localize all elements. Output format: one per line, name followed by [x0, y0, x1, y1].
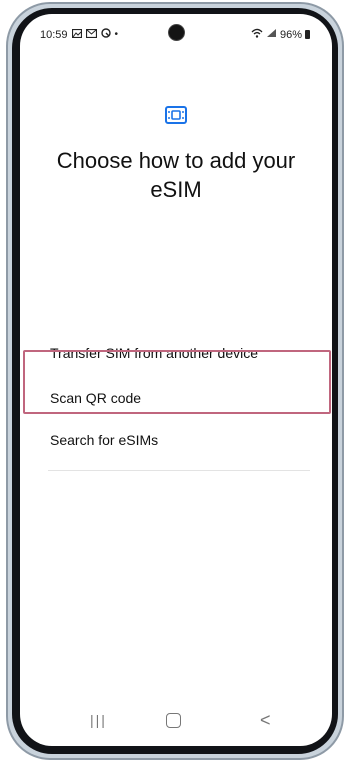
back-icon[interactable]: < [260, 710, 271, 731]
option-search-esims[interactable]: Search for eSIMs [42, 414, 322, 466]
highlight-box [23, 350, 331, 414]
signal-icon [266, 28, 277, 41]
mail-icon [85, 28, 97, 41]
recents-icon[interactable]: ||| [90, 712, 107, 728]
status-time: 10:59 [40, 28, 68, 41]
battery-percent: 96% [279, 28, 302, 41]
status-left: 10:59 • [40, 28, 118, 41]
navigation-bar: ||| < [20, 700, 332, 746]
sim-card-icon [165, 106, 187, 124]
status-bar: 10:59 • 96% [20, 14, 332, 48]
dot-icon: • [114, 29, 119, 40]
battery-icon [305, 30, 310, 39]
wifi-icon [251, 28, 263, 41]
home-icon[interactable] [166, 713, 181, 728]
gallery-icon [71, 28, 82, 41]
status-right: 96% [251, 28, 310, 41]
option-search-esims-label: Search for eSIMs [50, 432, 159, 448]
page-title: Choose how to add your eSIM [56, 148, 296, 202]
front-camera [168, 24, 185, 41]
list-divider [48, 470, 310, 471]
vpn-icon [100, 28, 111, 41]
